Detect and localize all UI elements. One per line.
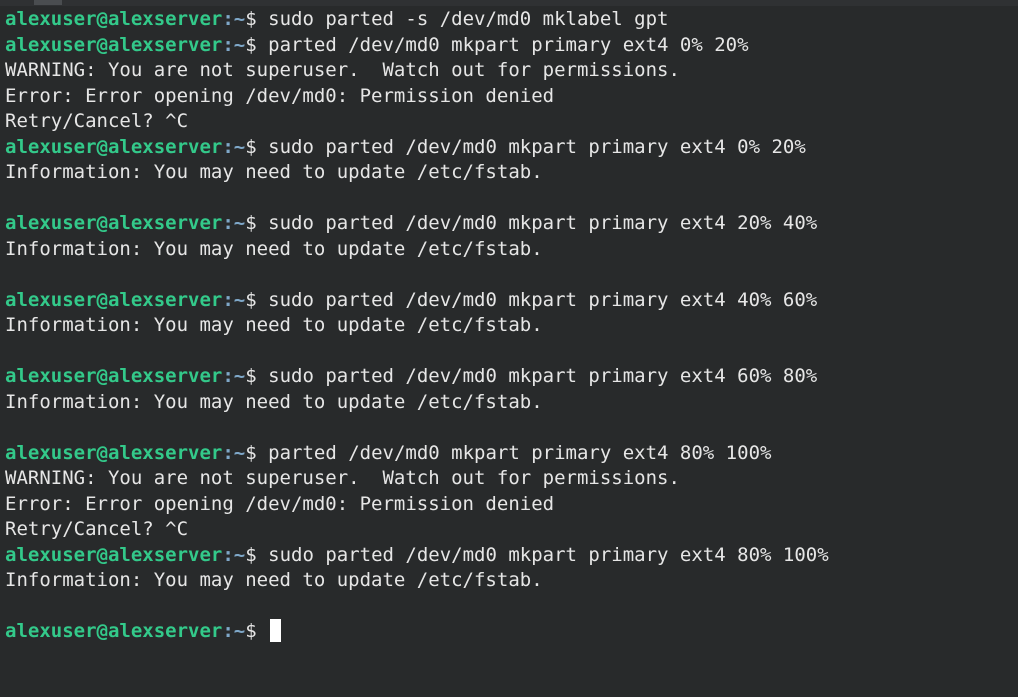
prompt-user-host: alexuser@alexserver	[5, 8, 223, 30]
terminal-window[interactable]: alexuser@alexserver:~$ sudo parted -s /d…	[0, 0, 1018, 697]
prompt-symbol: $	[245, 33, 257, 56]
prompt-path: :~	[222, 543, 246, 566]
output-text: Information: You may need to update /etc…	[5, 237, 543, 260]
output-line: Error: Error opening /dev/md0: Permissio…	[5, 84, 1013, 110]
output-text: Information: You may need to update /etc…	[5, 314, 543, 336]
command-line: alexuser@alexserver:~$ sudo parted /dev/…	[5, 135, 1013, 161]
output-line: WARNING: You are not superuser. Watch ou…	[5, 466, 1013, 492]
output-line: Information: You may need to update /etc…	[5, 390, 1013, 416]
prompt-user-host: alexuser@alexserver	[5, 288, 223, 311]
text-cursor	[270, 619, 282, 642]
command-line: alexuser@alexserver:~$ parted /dev/md0 m…	[5, 33, 1013, 59]
output-text: Information: You may need to update /etc…	[5, 161, 543, 183]
output-text: WARNING: You are not superuser. Watch ou…	[5, 467, 680, 489]
prompt-user-host: alexuser@alexserver	[5, 365, 223, 387]
output-line: Retry/Cancel? ^C	[5, 517, 1013, 543]
command-line: alexuser@alexserver:~$ sudo parted /dev/…	[5, 364, 1013, 390]
command-text: sudo parted /dev/md0 mkpart primary ext4…	[256, 543, 829, 566]
output-line: Error: Error opening /dev/md0: Permissio…	[5, 492, 1013, 518]
output-line: WARNING: You are not superuser. Watch ou…	[5, 58, 1013, 84]
prompt-symbol: $	[245, 365, 257, 387]
command-line: alexuser@alexserver:~$	[5, 619, 1013, 645]
command-text: sudo parted /dev/md0 mkpart primary ext4…	[256, 288, 818, 311]
output-line: Information: You may need to update /etc…	[5, 568, 1013, 594]
command-text: sudo parted /dev/md0 mkpart primary ext4…	[256, 365, 818, 387]
output-text: Error: Error opening /dev/md0: Permissio…	[5, 492, 555, 515]
command-line: alexuser@alexserver:~$ sudo parted -s /d…	[5, 7, 1013, 33]
prompt-user-host: alexuser@alexserver	[5, 543, 223, 566]
output-text: Error: Error opening /dev/md0: Permissio…	[5, 84, 555, 107]
prompt-path: :~	[222, 135, 246, 158]
command-line: alexuser@alexserver:~$ sudo parted /dev/…	[5, 288, 1013, 314]
prompt-user-host: alexuser@alexserver	[5, 620, 223, 642]
terminal-output[interactable]: alexuser@alexserver:~$ sudo parted -s /d…	[5, 7, 1013, 645]
output-line: Retry/Cancel? ^C	[5, 109, 1013, 135]
prompt-path: :~	[222, 33, 246, 56]
command-text	[257, 620, 268, 642]
command-text: sudo parted /dev/md0 mkpart primary ext4…	[256, 135, 806, 158]
prompt-symbol: $	[245, 543, 257, 566]
output-text: Retry/Cancel? ^C	[5, 518, 189, 540]
prompt-path: :~	[222, 212, 246, 234]
command-text: parted /dev/md0 mkpart primary ext4 80% …	[256, 441, 772, 464]
output-line: Information: You may need to update /etc…	[5, 160, 1013, 186]
prompt-path: :~	[222, 365, 246, 387]
command-line: alexuser@alexserver:~$ parted /dev/md0 m…	[5, 441, 1013, 467]
prompt-symbol: $	[245, 212, 257, 234]
window-top-strip	[0, 0, 1018, 6]
output-text: WARNING: You are not superuser. Watch ou…	[5, 59, 680, 81]
prompt-symbol: $	[245, 620, 257, 642]
command-text: parted /dev/md0 mkpart primary ext4 0% 2…	[256, 33, 749, 56]
output-line: Information: You may need to update /etc…	[5, 313, 1013, 339]
prompt-user-host: alexuser@alexserver	[5, 33, 223, 56]
prompt-user-host: alexuser@alexserver	[5, 441, 223, 464]
output-text: Information: You may need to update /etc…	[5, 569, 543, 591]
tab-indicator	[34, 0, 62, 5]
prompt-path: :~	[222, 288, 246, 311]
output-text: Retry/Cancel? ^C	[5, 110, 189, 132]
prompt-symbol: $	[245, 135, 257, 158]
output-text: Information: You may need to update /etc…	[5, 390, 543, 413]
prompt-path: :~	[222, 8, 246, 30]
prompt-path: :~	[222, 620, 246, 642]
output-line: Information: You may need to update /etc…	[5, 237, 1013, 263]
command-line: alexuser@alexserver:~$ sudo parted /dev/…	[5, 543, 1013, 569]
prompt-symbol: $	[245, 441, 257, 464]
prompt-path: :~	[222, 441, 246, 464]
prompt-user-host: alexuser@alexserver	[5, 135, 223, 158]
prompt-symbol: $	[245, 8, 257, 30]
command-text: sudo parted /dev/md0 mkpart primary ext4…	[256, 212, 818, 234]
command-text: sudo parted -s /dev/md0 mklabel gpt	[256, 8, 669, 30]
prompt-user-host: alexuser@alexserver	[5, 212, 223, 234]
prompt-symbol: $	[245, 288, 257, 311]
command-line: alexuser@alexserver:~$ sudo parted /dev/…	[5, 211, 1013, 237]
